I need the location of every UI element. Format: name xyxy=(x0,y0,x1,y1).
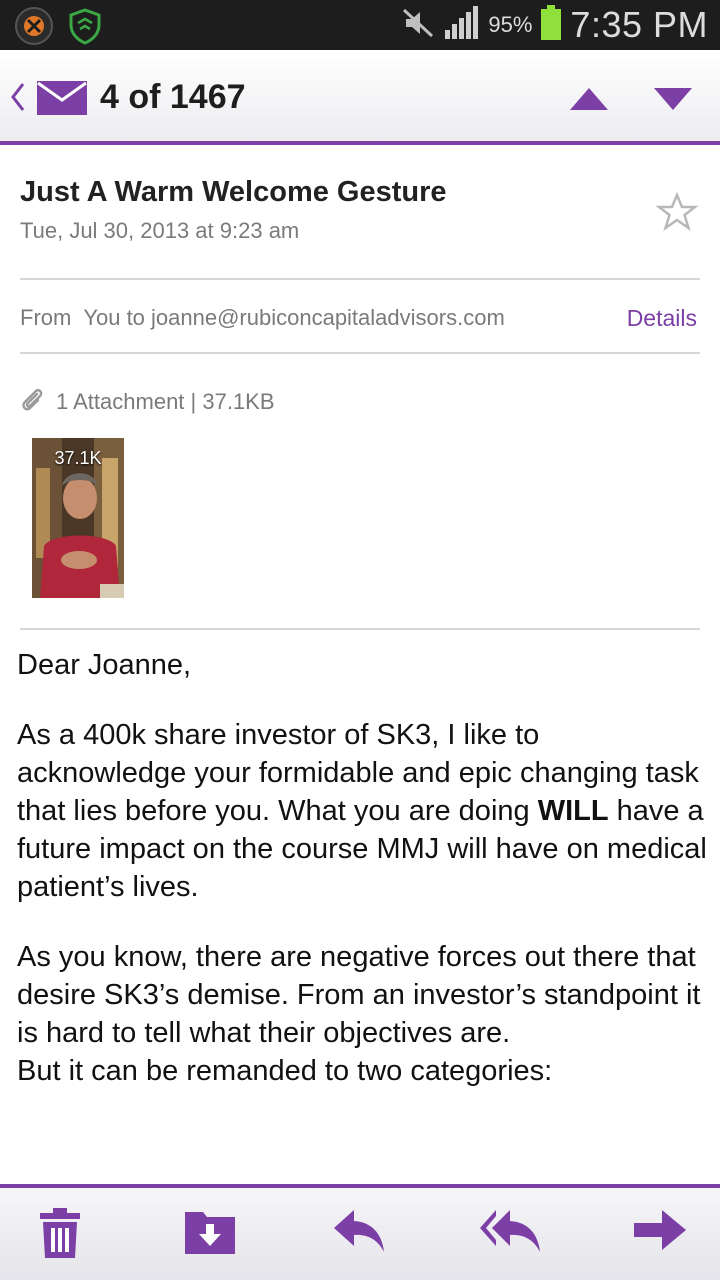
divider xyxy=(20,628,700,630)
greeting: Dear Joanne, xyxy=(17,649,192,681)
forward-icon xyxy=(634,1210,686,1250)
paragraph: As you know, there are negative forces o… xyxy=(17,941,701,1049)
shield-icon xyxy=(68,7,102,50)
move-to-folder-icon xyxy=(185,1212,235,1254)
from-recipient: You to joanne@rubiconcapitaladvisors.com xyxy=(83,305,505,330)
bottom-toolbar xyxy=(0,1184,720,1280)
mute-icon xyxy=(402,8,436,43)
attachment-summary: 1 Attachment | 37.1KB xyxy=(20,386,275,418)
battery-icon xyxy=(540,4,562,46)
divider xyxy=(20,352,700,354)
paragraph: As a 400k share investor of SK3, I like … xyxy=(17,716,707,906)
up-arrow-icon xyxy=(570,88,608,110)
status-system: 95% 7:35 PM xyxy=(402,0,708,50)
star-icon[interactable] xyxy=(655,191,699,237)
trash-icon xyxy=(40,1208,80,1258)
divider xyxy=(20,278,700,280)
email-body: Dear Joanne, As a 400k share investor of… xyxy=(17,646,707,1090)
status-notifications xyxy=(14,6,102,51)
paragraph: But it can be remanded to two categories… xyxy=(17,1055,553,1087)
clock: 7:35 PM xyxy=(570,4,708,45)
battery-percent: 95% xyxy=(488,12,533,37)
message-header-bar: 4 of 1467 xyxy=(0,50,720,145)
from-line: From You to joanne@rubiconcapitaladvisors… xyxy=(20,305,505,331)
from-label: From xyxy=(20,305,72,330)
previous-message-button[interactable] xyxy=(568,86,610,117)
next-message-button[interactable] xyxy=(652,86,694,117)
mail-icon[interactable] xyxy=(36,80,88,121)
reply-all-button[interactable] xyxy=(478,1208,542,1259)
reply-button[interactable] xyxy=(332,1208,386,1259)
paperclip-icon xyxy=(20,386,44,418)
back-chevron-icon[interactable] xyxy=(8,80,28,119)
reply-all-icon xyxy=(480,1210,540,1252)
thumbnail-size-label: 37.1K xyxy=(54,448,102,468)
attachment-thumbnail[interactable]: 37.1K xyxy=(32,438,124,598)
reply-icon xyxy=(334,1210,384,1252)
bold-text: WILL xyxy=(537,795,609,827)
email-subject: Just A Warm Welcome Gesture xyxy=(20,176,447,208)
move-to-folder-button[interactable] xyxy=(185,1208,235,1259)
signal-icon xyxy=(444,5,480,45)
delete-button[interactable] xyxy=(40,1208,80,1263)
down-arrow-icon xyxy=(654,88,692,110)
message-counter: 4 of 1467 xyxy=(100,78,246,116)
attachment-summary-text: 1 Attachment | 37.1KB xyxy=(56,389,275,414)
forward-button[interactable] xyxy=(632,1208,688,1257)
details-link[interactable]: Details xyxy=(627,305,697,332)
email-date: Tue, Jul 30, 2013 at 9:23 am xyxy=(20,218,300,243)
status-bar: 95% 7:35 PM xyxy=(0,0,720,50)
media-app-icon xyxy=(14,6,54,51)
